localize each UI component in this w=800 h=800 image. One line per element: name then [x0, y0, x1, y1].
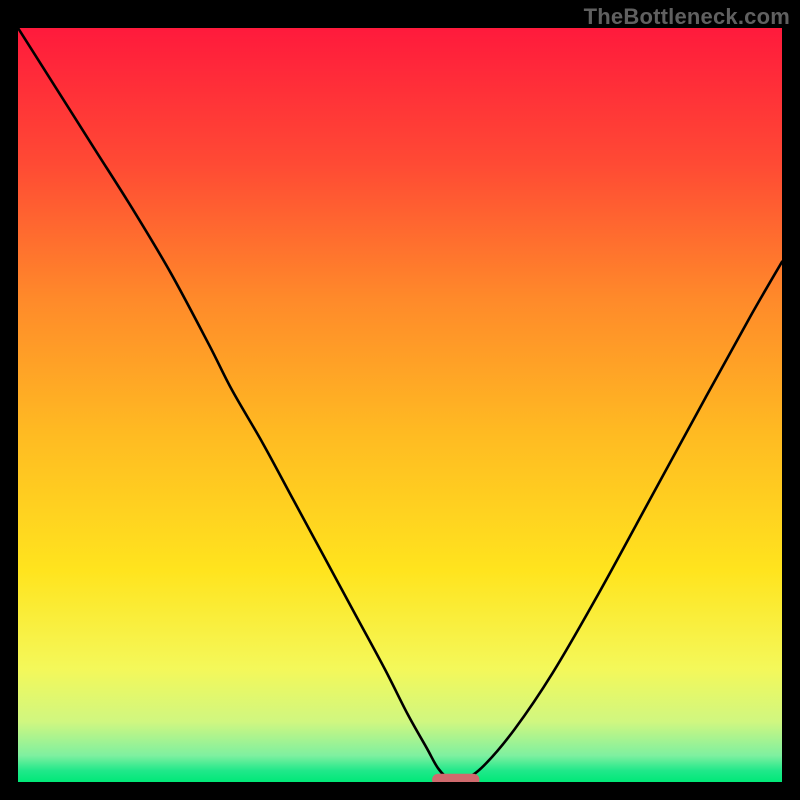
- min-marker: [432, 774, 479, 782]
- watermark-text: TheBottleneck.com: [584, 4, 790, 30]
- chart-frame: TheBottleneck.com: [0, 0, 800, 800]
- plot-svg: [18, 28, 782, 782]
- gradient-background: [18, 28, 782, 782]
- plot-area: [18, 28, 782, 782]
